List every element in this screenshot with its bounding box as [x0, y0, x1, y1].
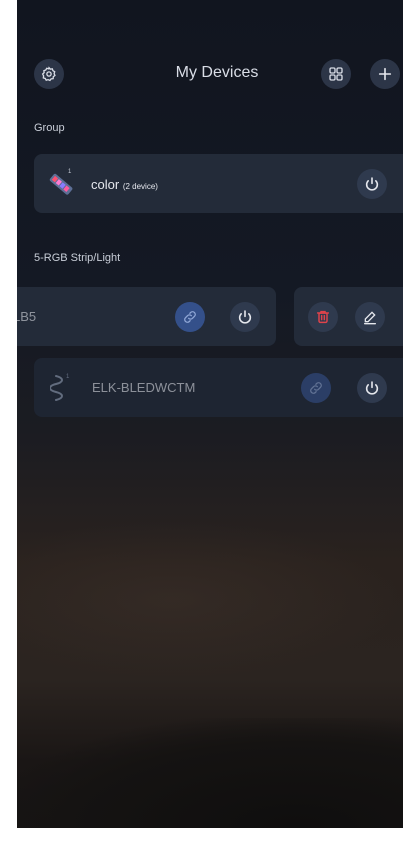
- group-power-button[interactable]: [357, 169, 387, 199]
- device-name: ELK-BLEDWCTM: [92, 380, 196, 395]
- trash-icon: [316, 310, 330, 324]
- device-link-button[interactable]: [175, 302, 205, 332]
- edit-button[interactable]: [355, 302, 385, 332]
- link-icon: [310, 382, 322, 394]
- svg-text:1: 1: [66, 374, 70, 380]
- app-screen: My Devices Group 1 color (2 device) 5-RG…: [17, 0, 403, 828]
- grid-icon: [329, 67, 343, 81]
- led-strip-icon: 1: [49, 169, 73, 195]
- link-icon: [184, 311, 196, 323]
- device-name-fragment: LB5: [17, 309, 37, 324]
- plus-icon: [378, 67, 392, 81]
- group-name: color (2 device): [91, 177, 158, 192]
- background-hill: [17, 718, 403, 828]
- group-section-label: Group: [34, 122, 65, 134]
- device-power-button[interactable]: [230, 302, 260, 332]
- device-section-label: 5-RGB Strip/Light: [34, 252, 121, 264]
- delete-button[interactable]: [308, 302, 338, 332]
- background-haze: [17, 520, 403, 680]
- device-link-button[interactable]: [301, 373, 331, 403]
- add-device-button[interactable]: [370, 59, 400, 89]
- power-icon: [238, 310, 252, 324]
- device-power-button[interactable]: [357, 373, 387, 403]
- svg-text:1: 1: [68, 169, 72, 175]
- group-name-text: color: [91, 177, 120, 192]
- power-icon: [365, 177, 379, 191]
- device-card-swiped[interactable]: LB5: [17, 287, 276, 346]
- power-icon: [365, 381, 379, 395]
- pencil-icon: [364, 311, 376, 325]
- swipe-actions-panel: [294, 287, 403, 346]
- device-card-offline[interactable]: 1 ELK-BLEDWCTM: [34, 358, 403, 417]
- group-card[interactable]: 1 color (2 device): [34, 154, 403, 213]
- led-strip-wave-icon: 1: [50, 374, 70, 401]
- grid-view-button[interactable]: [321, 59, 351, 89]
- group-device-count: (2 device): [122, 182, 158, 191]
